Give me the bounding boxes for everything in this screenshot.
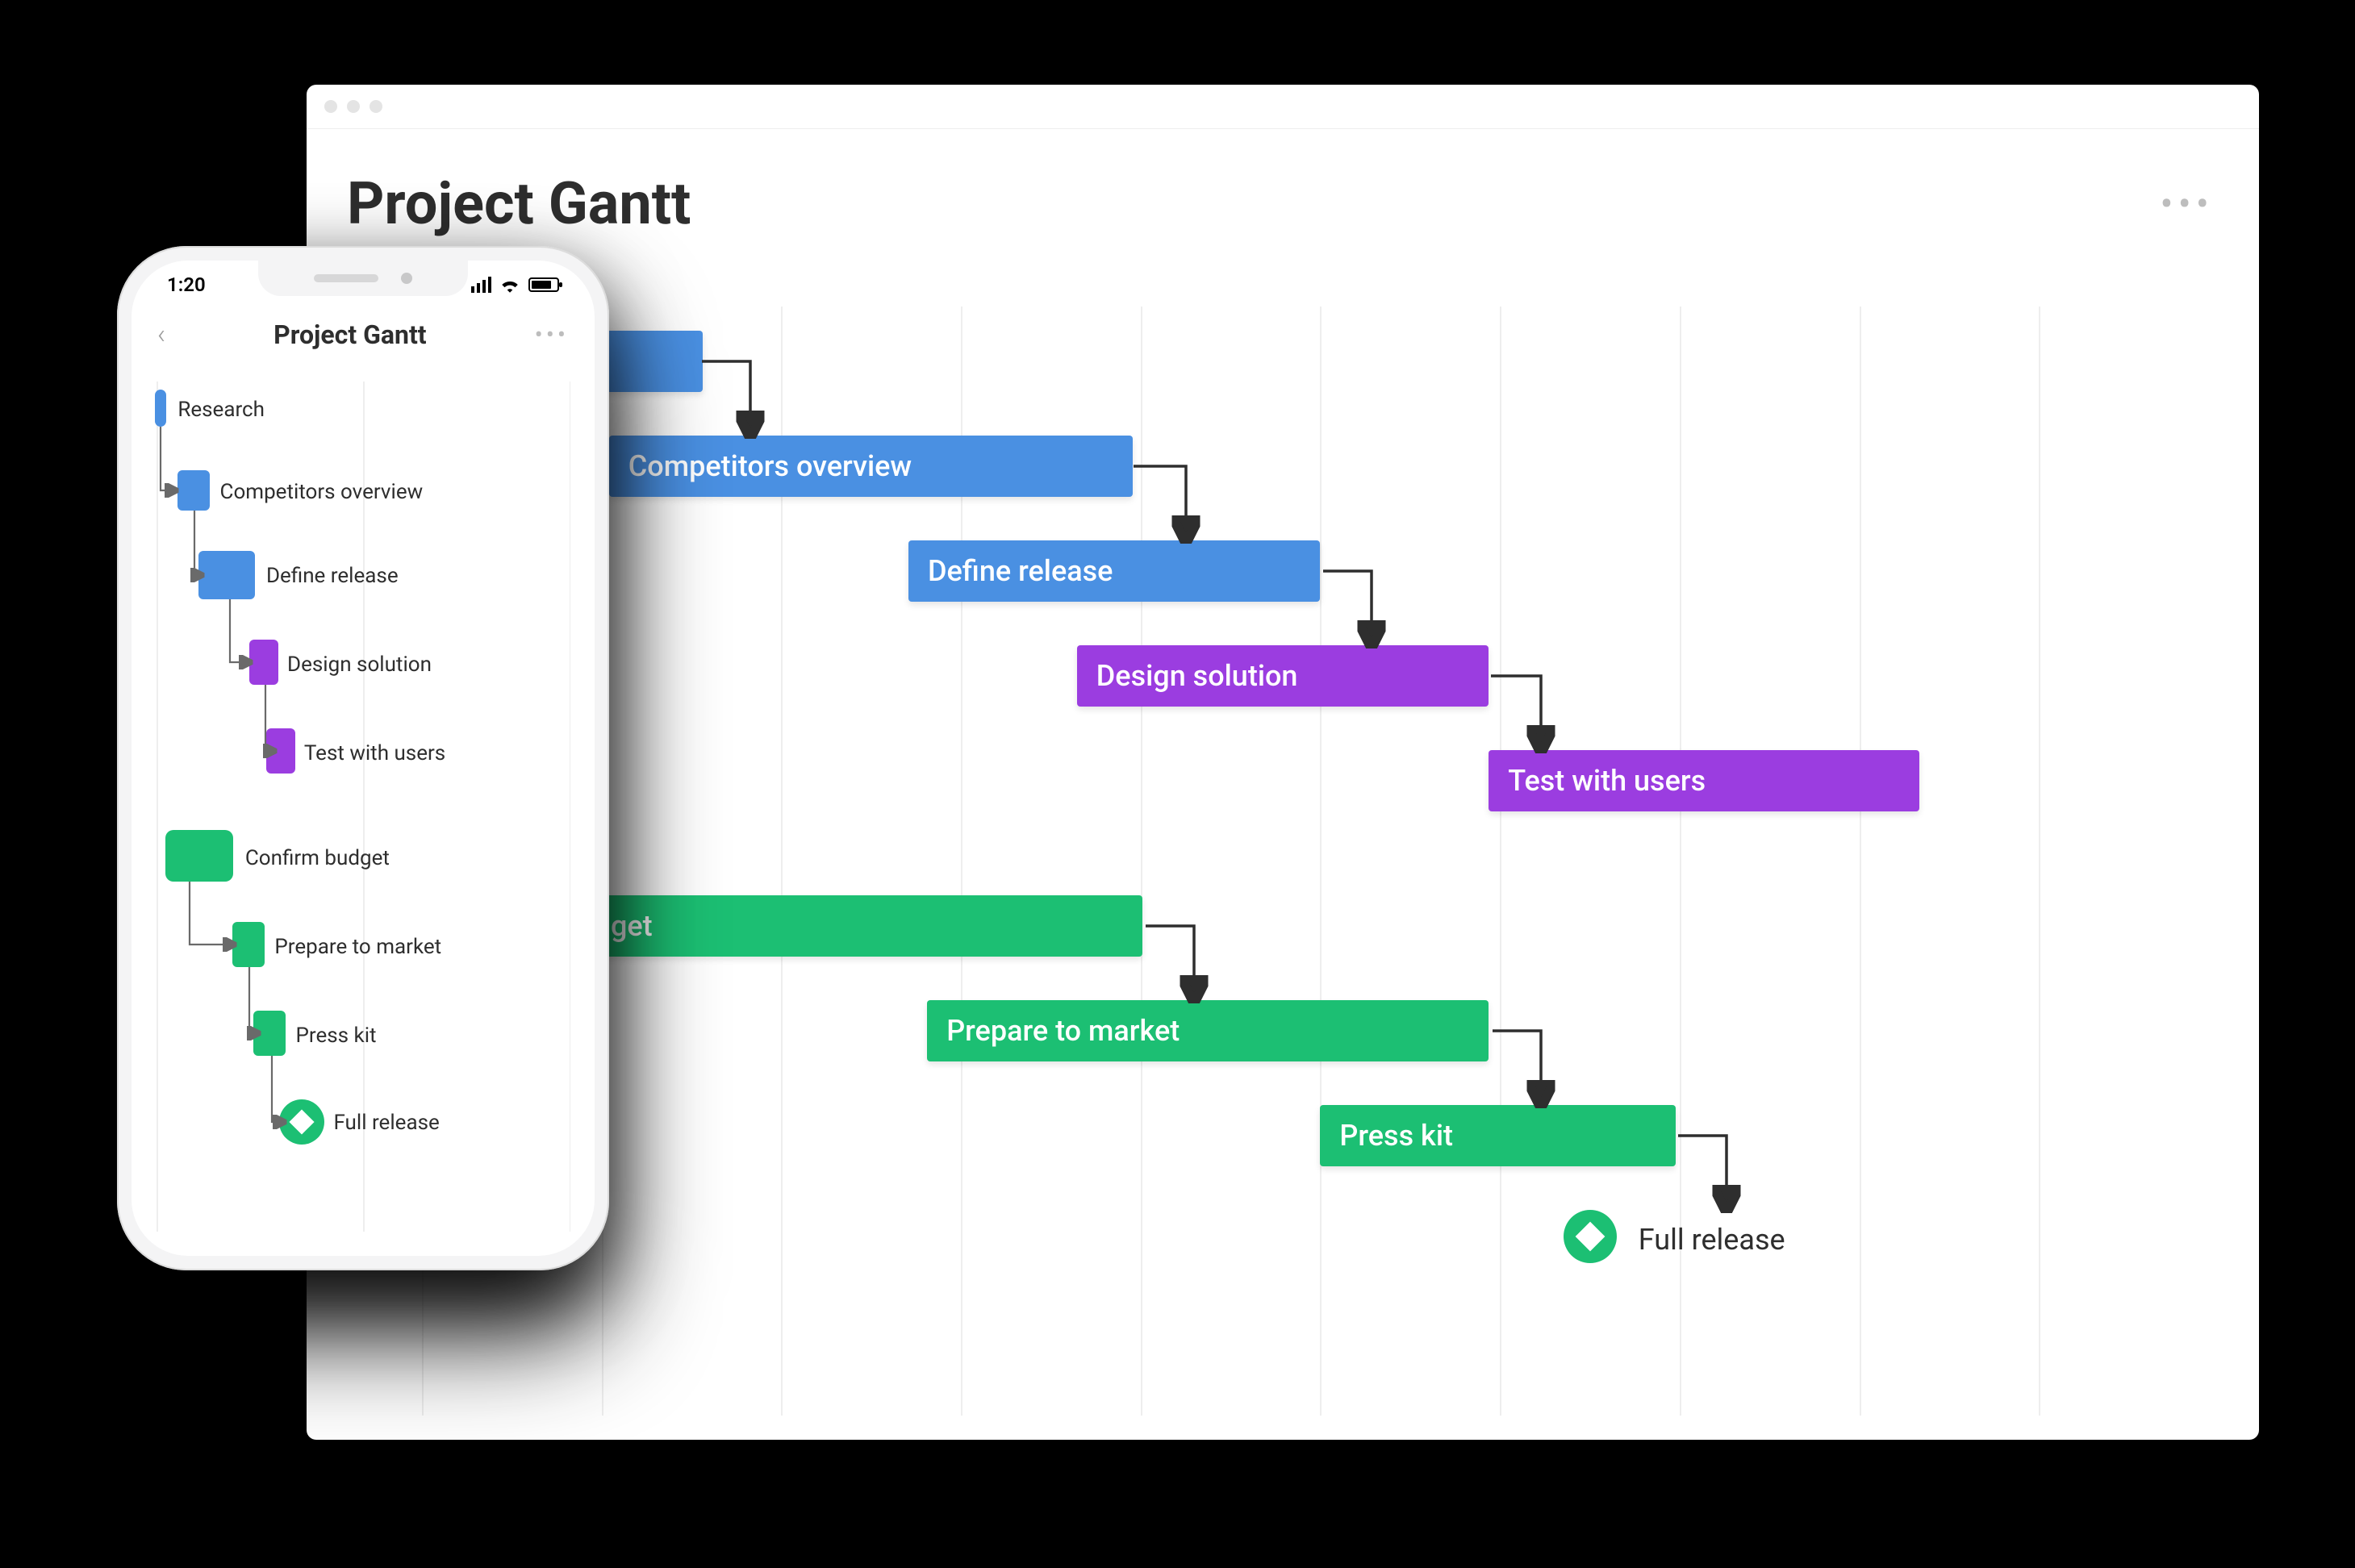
back-button[interactable]: ‹ [157, 319, 165, 351]
phone-speaker-icon [314, 274, 378, 282]
status-time: 1:20 [167, 273, 206, 296]
window-close-icon[interactable] [324, 100, 337, 113]
phone-device: 1:20 ‹ Project Gantt ••• Research Compet… [117, 246, 609, 1270]
cellular-signal-icon [471, 277, 491, 293]
phone-page-title: Project Gantt [273, 319, 427, 350]
gantt-chart: Research Competitors overview Define rel… [347, 307, 2219, 1416]
more-menu-button[interactable]: ••• [2155, 196, 2219, 212]
page-title: Project Gantt [347, 169, 691, 238]
window-zoom-icon[interactable] [370, 100, 382, 113]
window-min-icon[interactable] [347, 100, 360, 113]
wifi-icon [499, 277, 520, 293]
dependency-arrows [347, 307, 2219, 1416]
phone-gantt-chart: Research Competitors overview Define rel… [152, 382, 574, 1232]
phone-screen: 1:20 ‹ Project Gantt ••• Research Compet… [132, 261, 595, 1256]
phone-camera-icon [401, 273, 412, 284]
phone-notch [258, 261, 468, 296]
phone-header: ‹ Project Gantt ••• [132, 319, 595, 351]
phone-more-menu-button[interactable]: ••• [535, 321, 569, 349]
phone-dependency-arrows [152, 382, 574, 1232]
window-titlebar [307, 85, 2259, 129]
battery-icon [528, 277, 559, 292]
